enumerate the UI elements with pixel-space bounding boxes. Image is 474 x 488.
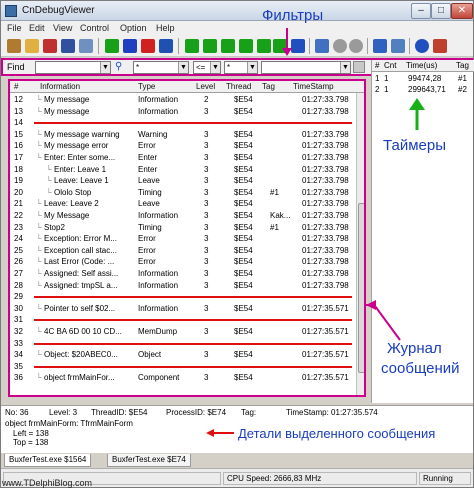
watermark: www.TDelphiBlog.com [2, 478, 93, 488]
journal-arrow-line [374, 305, 401, 341]
annotation-journal-2: сообщений [381, 360, 460, 377]
annotation-filters: Фильтры [262, 7, 324, 24]
annotation-timers: Таймеры [383, 137, 446, 154]
journal-arrowhead [366, 300, 376, 310]
timers-arrowhead [409, 98, 425, 110]
annotation-details: Детали выделенного сообщения [238, 426, 436, 441]
annotation-journal: Журнал [387, 340, 442, 357]
filters-arrowhead [282, 48, 292, 56]
annotation-arrows [206, 28, 425, 437]
details-arrowhead [206, 429, 214, 437]
